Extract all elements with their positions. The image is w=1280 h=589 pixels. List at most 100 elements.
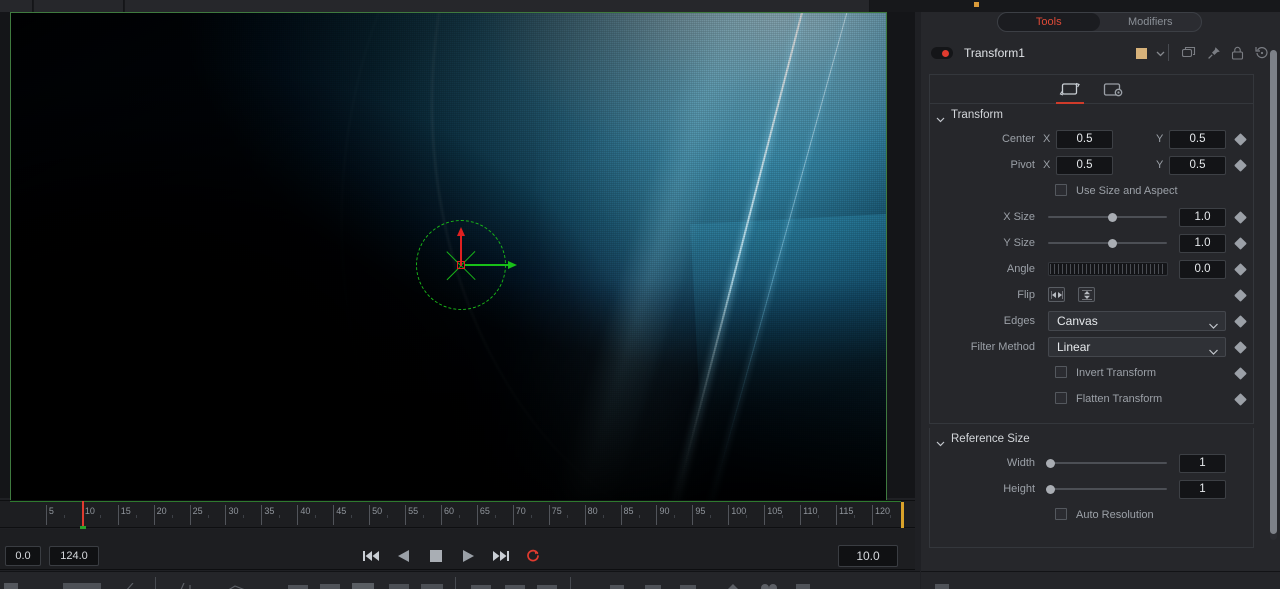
y-size-slider-knob[interactable] <box>1108 238 1117 248</box>
chevron-down-icon[interactable] <box>1155 46 1166 64</box>
auto-resolution-checkbox[interactable] <box>1055 508 1067 520</box>
viewer-area[interactable] <box>0 12 915 506</box>
pin-icon[interactable] <box>1207 46 1221 65</box>
transport-buttons <box>362 546 542 566</box>
flatten-transform-checkbox[interactable] <box>1055 392 1067 404</box>
tool-icon-11[interactable] <box>471 579 491 589</box>
pivot-y-field[interactable]: 0.5 <box>1169 155 1226 175</box>
center-y-axis-label: Y <box>1156 133 1164 145</box>
range-end-marker[interactable] <box>900 502 904 528</box>
tool-icon-5[interactable] <box>225 579 253 589</box>
invert-transform-checkbox[interactable] <box>1055 366 1067 378</box>
invert-transform-keyframe-button[interactable] <box>1234 366 1247 380</box>
tool-icon-17[interactable] <box>725 579 741 589</box>
flip-vertical-icon[interactable] <box>1078 287 1095 302</box>
tool-icon-13[interactable] <box>537 579 557 589</box>
edges-dropdown[interactable]: Canvas <box>1048 311 1226 331</box>
ruler-tick-label: 20 <box>156 506 167 516</box>
tool-icon-3[interactable] <box>125 579 137 589</box>
tool-icon-1[interactable] <box>4 579 18 589</box>
pivot-x-field[interactable]: 0.5 <box>1056 155 1113 175</box>
fusion-viewer[interactable] <box>10 12 887 506</box>
control-angle: Angle 0.0 <box>930 256 1253 282</box>
x-size-field[interactable]: 1.0 <box>1179 207 1226 227</box>
y-size-keyframe-button[interactable] <box>1234 236 1247 250</box>
top-panel-strip <box>0 0 1280 12</box>
tool-icon-14[interactable] <box>610 579 624 589</box>
control-y-size: Y Size 1.0 <box>930 230 1253 256</box>
center-y-field[interactable]: 0.5 <box>1169 129 1226 149</box>
transform-x-axis-handle[interactable] <box>464 261 517 268</box>
last-frame-button[interactable] <box>492 547 510 565</box>
transform-center-handle[interactable] <box>457 261 465 269</box>
reset-icon[interactable] <box>1255 46 1269 65</box>
panel-tab-1[interactable] <box>0 0 33 12</box>
settings-tab[interactable] <box>1097 76 1131 102</box>
ruler-minor-tick <box>746 515 748 518</box>
pivot-keyframe-button[interactable] <box>1234 158 1247 172</box>
ruler-minor-tick <box>423 515 425 518</box>
node-enable-toggle[interactable] <box>931 47 953 59</box>
first-frame-button[interactable] <box>362 547 380 565</box>
loop-button[interactable] <box>525 547 543 565</box>
tool-icon-15[interactable] <box>645 579 661 589</box>
tool-icon-16[interactable] <box>680 579 696 589</box>
tool-icon-8[interactable] <box>352 579 374 589</box>
lock-icon[interactable] <box>1231 46 1244 65</box>
fusion-bottom-toolbar[interactable] <box>0 571 920 589</box>
play-button[interactable] <box>460 547 478 565</box>
edges-label: Edges <box>1003 315 1035 327</box>
inspector-scrollbar-thumb[interactable] <box>1270 50 1277 534</box>
tool-icon-9[interactable] <box>389 579 409 589</box>
tool-icon-7[interactable] <box>320 579 340 589</box>
transform-onscreen-control[interactable] <box>416 220 517 310</box>
width-slider-knob[interactable] <box>1046 458 1055 468</box>
y-size-field[interactable]: 1.0 <box>1179 233 1226 253</box>
tool-icon-4[interactable] <box>180 579 202 589</box>
width-slider[interactable] <box>1048 462 1167 464</box>
section-transform-header[interactable]: Transform <box>930 104 1253 126</box>
section-reference-size-header[interactable]: Reference Size <box>930 428 1253 450</box>
panel-tab-3[interactable] <box>125 0 870 12</box>
height-slider[interactable] <box>1048 488 1167 490</box>
reverse-play-button[interactable] <box>395 547 413 565</box>
filter-method-dropdown[interactable]: Linear <box>1048 337 1226 357</box>
center-x-field[interactable]: 0.5 <box>1056 129 1113 149</box>
x-size-keyframe-button[interactable] <box>1234 210 1247 224</box>
center-keyframe-button[interactable] <box>1234 132 1247 146</box>
node-color-swatch[interactable] <box>1136 48 1147 59</box>
flip-horizontal-icon[interactable] <box>1048 287 1065 302</box>
tool-icon-19[interactable] <box>796 579 810 589</box>
ruler-tick-label: 50 <box>372 506 383 516</box>
flip-keyframe-button[interactable] <box>1234 288 1247 302</box>
time-ruler[interactable]: 5 10 15 20 25 30 35 40 45 50 55 60 65 70 75 80 85 90 95 100… <box>0 500 915 530</box>
height-field[interactable]: 1 <box>1179 479 1226 499</box>
transform-tab[interactable] <box>1053 76 1087 104</box>
angle-keyframe-button[interactable] <box>1234 262 1247 276</box>
width-field[interactable]: 1 <box>1179 453 1226 473</box>
angle-wheel[interactable] <box>1048 262 1168 276</box>
ruler-tick-label: 85 <box>623 506 634 516</box>
panel-tab-2[interactable] <box>34 0 124 12</box>
x-size-slider-knob[interactable] <box>1108 212 1117 222</box>
tool-icon-18[interactable] <box>760 579 778 589</box>
out-point-field[interactable]: 124.0 <box>49 546 99 566</box>
duplicate-icon[interactable] <box>1181 46 1197 65</box>
tool-icon-20[interactable] <box>935 579 949 589</box>
tab-tools[interactable]: Tools <box>998 13 1100 31</box>
stop-button[interactable] <box>427 547 445 565</box>
tool-icon-10[interactable] <box>421 579 443 589</box>
use-size-and-aspect-checkbox[interactable] <box>1055 184 1067 196</box>
playhead[interactable] <box>81 501 84 529</box>
tool-icon-12[interactable] <box>505 579 525 589</box>
flatten-transform-keyframe-button[interactable] <box>1234 392 1247 406</box>
toolbar-separator-1 <box>155 577 156 589</box>
current-frame-field[interactable]: 10.0 <box>838 545 898 567</box>
tool-icon-6[interactable] <box>288 579 308 589</box>
tab-modifiers[interactable]: Modifiers <box>1100 13 1202 31</box>
height-slider-knob[interactable] <box>1046 484 1055 494</box>
tool-icon-2[interactable] <box>63 579 101 589</box>
angle-field[interactable]: 0.0 <box>1179 259 1226 279</box>
in-point-field[interactable]: 0.0 <box>5 546 41 566</box>
inspector-scrollbar[interactable] <box>1270 50 1277 540</box>
